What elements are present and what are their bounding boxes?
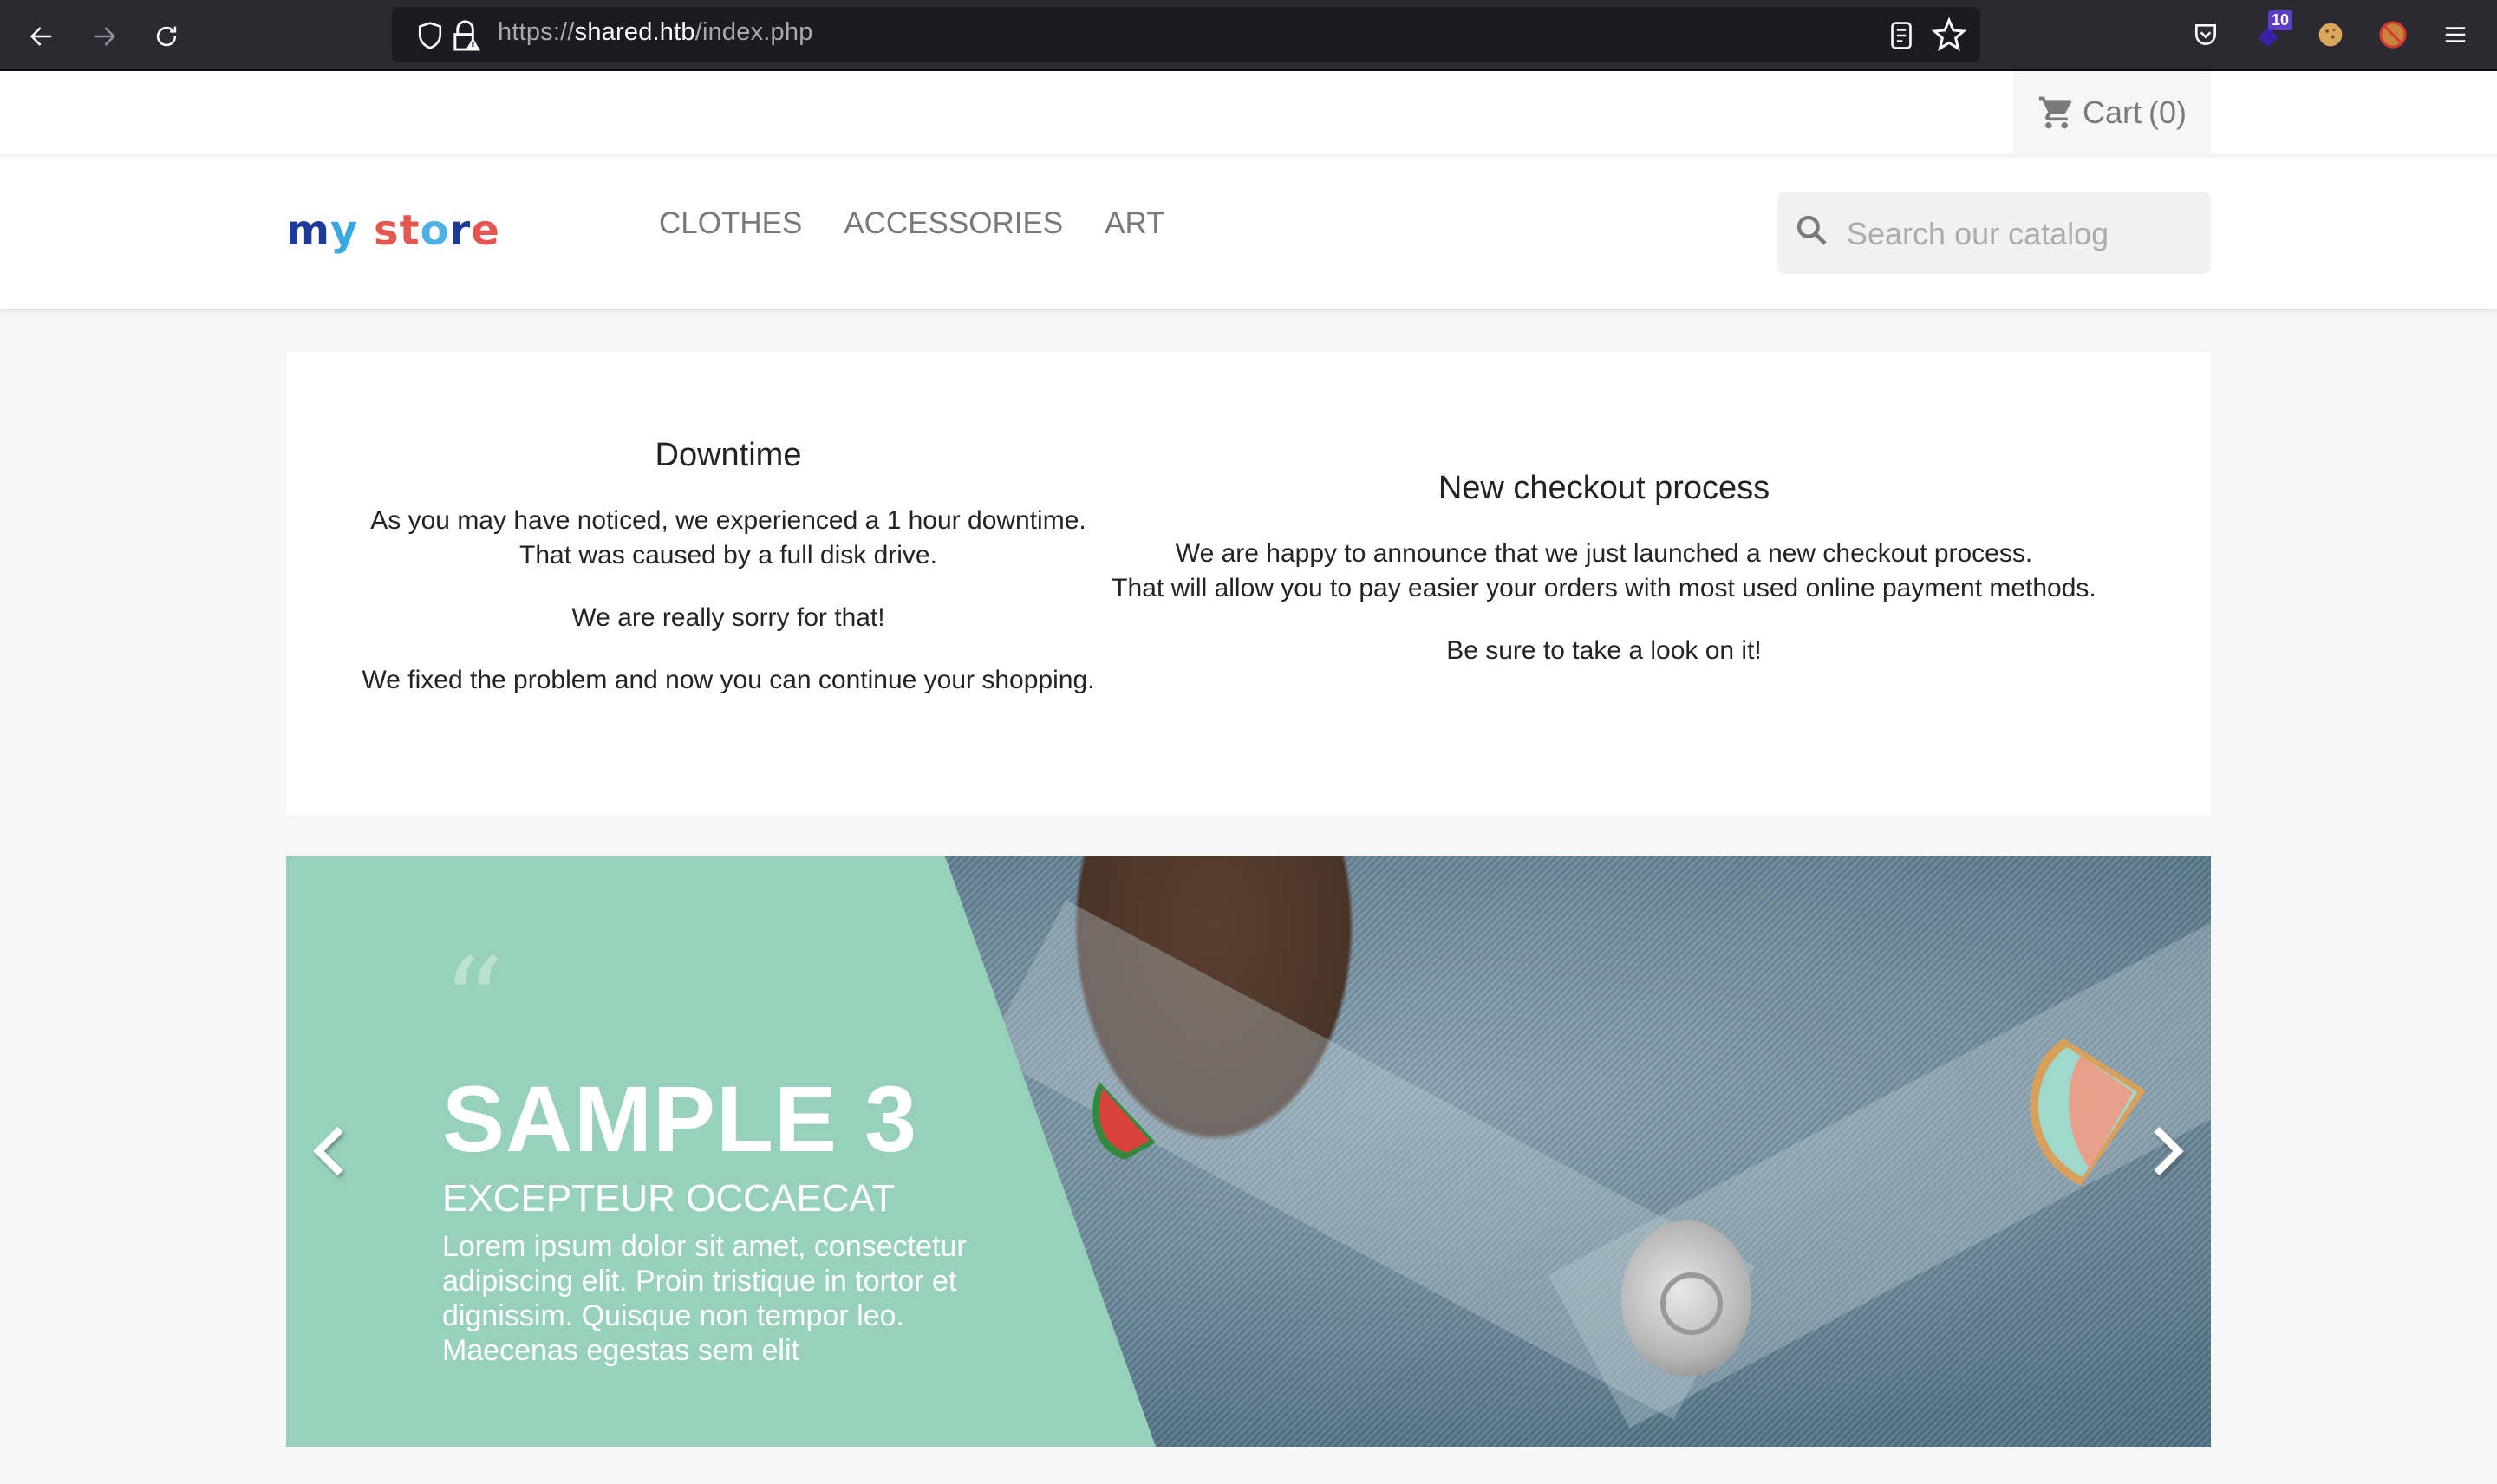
url-host: shared.htb (574, 18, 695, 46)
extension-badge: 10 (2268, 10, 2293, 30)
notice-line: As you may have noticed, we experienced … (370, 506, 1086, 535)
hamburger-menu-icon (2445, 27, 2466, 42)
reload-icon (156, 26, 177, 47)
chevron-left-icon (313, 1126, 343, 1176)
url-bar[interactable]: https://shared.htb/index.php (392, 7, 1980, 62)
search-icon[interactable] (1795, 213, 1829, 248)
notice-paragraph: We are really sorry for that! (571, 603, 885, 632)
notice-downtime: Downtime As you may have noticed, we exp… (338, 437, 1118, 726)
menu-item-accessories[interactable]: ACCESSORIES (844, 206, 1063, 241)
cart-count: (0) (2148, 94, 2187, 130)
notice-line: We are happy to announce that we just la… (1175, 539, 2033, 568)
notice-paragraph: Be sure to take a look on it! (1446, 636, 1762, 665)
logo-letter: t (399, 206, 421, 255)
notice-line: That was caused by a full disk drive. (519, 541, 937, 570)
quote-icon: “ (442, 933, 505, 1074)
watermelon-pin-pink (2030, 1038, 2146, 1186)
forward-button[interactable] (85, 17, 123, 55)
notice-line: That will allow you to pay easier your o… (1112, 574, 2096, 602)
blocker-extension-button[interactable] (2374, 16, 2412, 54)
logo-space (358, 206, 374, 255)
notice-title: New checkout process (1438, 470, 1770, 506)
logo-letter: m (286, 206, 331, 255)
menu-item-art[interactable]: ART (1105, 206, 1164, 241)
notice-checkout: New checkout process We are happy to ann… (1066, 470, 2142, 696)
site-header: my store CLOTHES ACCESSORIES ART (0, 158, 2497, 309)
logo-letter: s (374, 206, 400, 255)
cart-label: Cart (2082, 94, 2142, 130)
cookie-extension-button[interactable] (2311, 16, 2350, 54)
slide-description: Lorem ipsum dolor sit amet, consectetur … (442, 1230, 967, 1367)
app-menu-button[interactable] (2436, 16, 2474, 54)
watermelon-pin-red (1092, 1082, 1156, 1160)
chevron-right-icon (2154, 1126, 2184, 1176)
logo-letter: y (330, 206, 359, 255)
pocket-icon (2195, 24, 2216, 45)
slide-title: SAMPLE 3 (442, 1066, 918, 1171)
pocket-button[interactable] (2187, 16, 2225, 54)
top-nav: Cart (0) (0, 71, 2497, 156)
jacket-button (1621, 1220, 1751, 1377)
tracking-shield-icon[interactable] (416, 21, 444, 50)
notice-title: Downtime (655, 437, 802, 473)
cookie-icon (2318, 23, 2343, 47)
url-text[interactable]: https://shared.htb/index.php (498, 18, 813, 47)
insecure-lock-icon[interactable] (451, 19, 482, 52)
arrow-left-icon (29, 27, 52, 46)
reload-button[interactable] (147, 17, 186, 55)
reader-view-icon[interactable] (1888, 21, 1914, 50)
logo-letter: e (471, 206, 500, 255)
store-logo[interactable]: my store (286, 206, 500, 255)
slider-next-button[interactable] (2133, 1116, 2202, 1186)
main-menu: CLOTHES ACCESSORIES ART (659, 206, 1165, 241)
menu-item-clothes[interactable]: CLOTHES (659, 206, 802, 241)
slide-subtitle: EXCEPTEUR OCCAECAT (442, 1177, 896, 1220)
extension-button[interactable]: 10 (2249, 10, 2293, 54)
logo-letter: r (449, 206, 472, 255)
no-fox-icon (2379, 21, 2407, 49)
shopping-cart-icon (2038, 96, 2072, 129)
bookmark-star-icon[interactable] (1932, 17, 1966, 52)
url-scheme: https:// (498, 18, 575, 46)
notice-paragraph: We are happy to announce that we just la… (1066, 537, 2142, 606)
logo-letter: o (420, 206, 450, 255)
arrow-right-icon (94, 27, 116, 46)
browser-toolbar: https://shared.htb/index.php 10 (0, 0, 2497, 71)
url-path: /index.php (694, 18, 813, 46)
search-widget (1777, 192, 2211, 274)
custom-text-block: Downtime As you may have noticed, we exp… (286, 352, 2211, 815)
back-button[interactable] (23, 17, 61, 55)
notice-paragraph: As you may have noticed, we experienced … (338, 504, 1118, 573)
cart-button[interactable]: Cart (0) (2013, 71, 2211, 154)
notice-paragraph: We fixed the problem and now you can con… (362, 666, 1095, 694)
image-slider[interactable]: “ SAMPLE 3 EXCEPTEUR OCCAECAT Lorem ipsu… (286, 856, 2211, 1447)
search-input[interactable] (1847, 208, 2194, 260)
slider-prev-button[interactable] (295, 1116, 364, 1186)
